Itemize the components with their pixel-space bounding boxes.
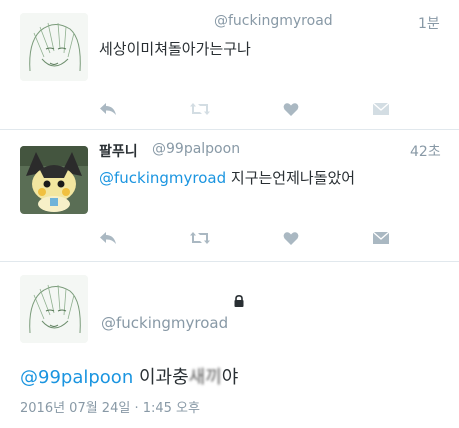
tweet-author-name[interactable]: 팔푸니: [99, 141, 138, 161]
lock-icon: [233, 292, 245, 307]
dm-icon[interactable]: [370, 228, 392, 248]
retweet-icon[interactable]: [189, 228, 211, 248]
tweet-1[interactable]: @fuckingmyroad 1분 세상이미쳐돌아가는구나: [0, 0, 459, 130]
like-icon[interactable]: [280, 99, 302, 119]
main-tweet-text-clear: 이과충: [133, 367, 189, 388]
tweet-handle[interactable]: @fuckingmyroad: [214, 13, 333, 29]
tweet-text: @fuckingmyroad 지구는언제나돌았어: [99, 167, 355, 188]
reply-icon[interactable]: [97, 228, 119, 248]
dm-icon[interactable]: [370, 99, 392, 119]
main-tweet-timestamp[interactable]: 2016년 07월 24일 · 1:45 오후: [20, 397, 200, 416]
retweet-icon[interactable]: [189, 99, 211, 119]
emolga-avatar-icon[interactable]: [20, 146, 88, 214]
mention-link[interactable]: @99palpoon: [20, 367, 133, 388]
main-tweet-handle[interactable]: @fuckingmyroad: [101, 314, 228, 332]
tweet-handle[interactable]: @99palpoon: [152, 141, 240, 157]
tweet-time[interactable]: 42초: [410, 141, 441, 161]
main-tweet-text: @99palpoon 이과충새끼야: [20, 363, 238, 389]
tweet-actions: [95, 99, 395, 119]
tweet-text: 세상이미쳐돌아가는구나: [99, 40, 251, 58]
like-icon[interactable]: [280, 228, 302, 248]
tweet-actions: [95, 228, 395, 248]
sketch-avatar-icon[interactable]: [20, 275, 88, 343]
tweet-text-body: 지구는언제나돌았어: [226, 169, 356, 187]
sketch-avatar-icon[interactable]: [20, 13, 88, 81]
tweet-2[interactable]: 팔푸니 @99palpoon 42초 @fuckingmyroad 지구는언제나…: [0, 130, 459, 262]
main-tweet: @fuckingmyroad @99palpoon 이과충새끼야 2016년 0…: [0, 262, 459, 428]
main-tweet-text-end: 야: [221, 367, 239, 388]
reply-icon[interactable]: [97, 99, 119, 119]
mention-link[interactable]: @fuckingmyroad: [99, 169, 226, 187]
censored-text: 새끼: [188, 367, 222, 388]
tweet-time[interactable]: 1분: [418, 13, 440, 33]
